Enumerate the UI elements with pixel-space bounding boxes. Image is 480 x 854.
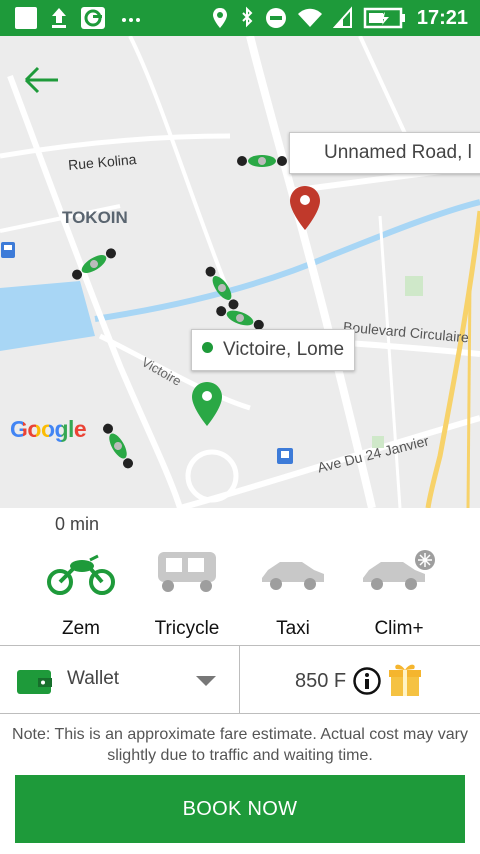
fare-amount: 850 F <box>295 670 347 692</box>
location-icon <box>212 8 227 28</box>
wallet-icon <box>17 670 52 694</box>
vehicle-option-zem[interactable]: Zem <box>26 548 136 640</box>
vehicle-label: Tricycle <box>154 618 220 639</box>
motorbike-icon <box>47 554 115 595</box>
fare-note: Note: This is an approximate fare estima… <box>12 726 468 764</box>
divider <box>0 713 480 714</box>
destination-address: Unnamed Road, l <box>324 142 472 163</box>
fare-section: 850 F <box>240 646 480 713</box>
vehicle-option-taxi[interactable]: Taxi <box>238 548 348 640</box>
signal-icon <box>332 6 352 28</box>
map-view[interactable]: Rue Kolina TOKOIN Boulevard Circulaire V… <box>0 36 480 508</box>
book-now-button[interactable]: BOOK NOW <box>15 775 465 843</box>
payment-method-label: Wallet <box>67 668 120 689</box>
tricycle-icon <box>158 552 216 592</box>
pickup-bubble[interactable]: Victoire, Lome <box>191 329 356 371</box>
train-station-icon <box>277 448 293 464</box>
motorbike-marker-icon <box>237 155 287 167</box>
vehicle-option-clim-plus[interactable]: Clim+ <box>344 548 454 640</box>
gift-icon[interactable] <box>388 660 422 698</box>
payment-method-selector[interactable]: Wallet <box>0 646 239 713</box>
arrow-back-icon <box>24 66 58 94</box>
app-logo-icon <box>81 7 105 29</box>
chevron-down-icon <box>196 676 216 686</box>
vehicle-option-tricycle[interactable]: Tricycle <box>132 548 242 640</box>
more-notifications-icon <box>122 18 140 22</box>
pickup-dot-icon <box>202 342 213 354</box>
google-logo-text: Google <box>10 416 87 442</box>
pickup-pin-icon[interactable] <box>190 380 224 428</box>
back-button[interactable] <box>22 62 62 98</box>
wifi-icon <box>297 8 322 27</box>
bus-stop-icon <box>1 242 15 258</box>
battery-charging-icon <box>363 7 405 29</box>
vehicle-label: Taxi <box>276 618 310 639</box>
eta-label: 0 min <box>55 514 100 534</box>
status-notifications <box>14 6 146 30</box>
bluetooth-icon <box>242 6 253 28</box>
app-square-icon <box>15 7 37 29</box>
vehicle-label: Zem <box>62 618 100 639</box>
status-bar: 17:21 <box>0 0 480 36</box>
google-logo: Google <box>10 416 87 443</box>
status-system: 17:21 <box>211 6 468 30</box>
info-icon[interactable] <box>352 666 382 696</box>
upload-icon <box>52 8 66 28</box>
pickup-address: Victoire, Lome <box>223 339 345 360</box>
vehicle-label: Clim+ <box>374 618 424 639</box>
map-label-tokoin: TOKOIN <box>62 208 128 227</box>
car-icon <box>262 562 324 590</box>
destination-pin-icon[interactable] <box>288 184 322 232</box>
destination-bubble[interactable]: Unnamed Road, l <box>289 132 480 174</box>
status-time: 17:21 <box>416 6 468 29</box>
do-not-disturb-icon <box>265 8 286 28</box>
ac-car-icon <box>363 550 435 590</box>
vehicle-selector: Zem Tricycle Taxi Clim+ <box>0 548 480 640</box>
